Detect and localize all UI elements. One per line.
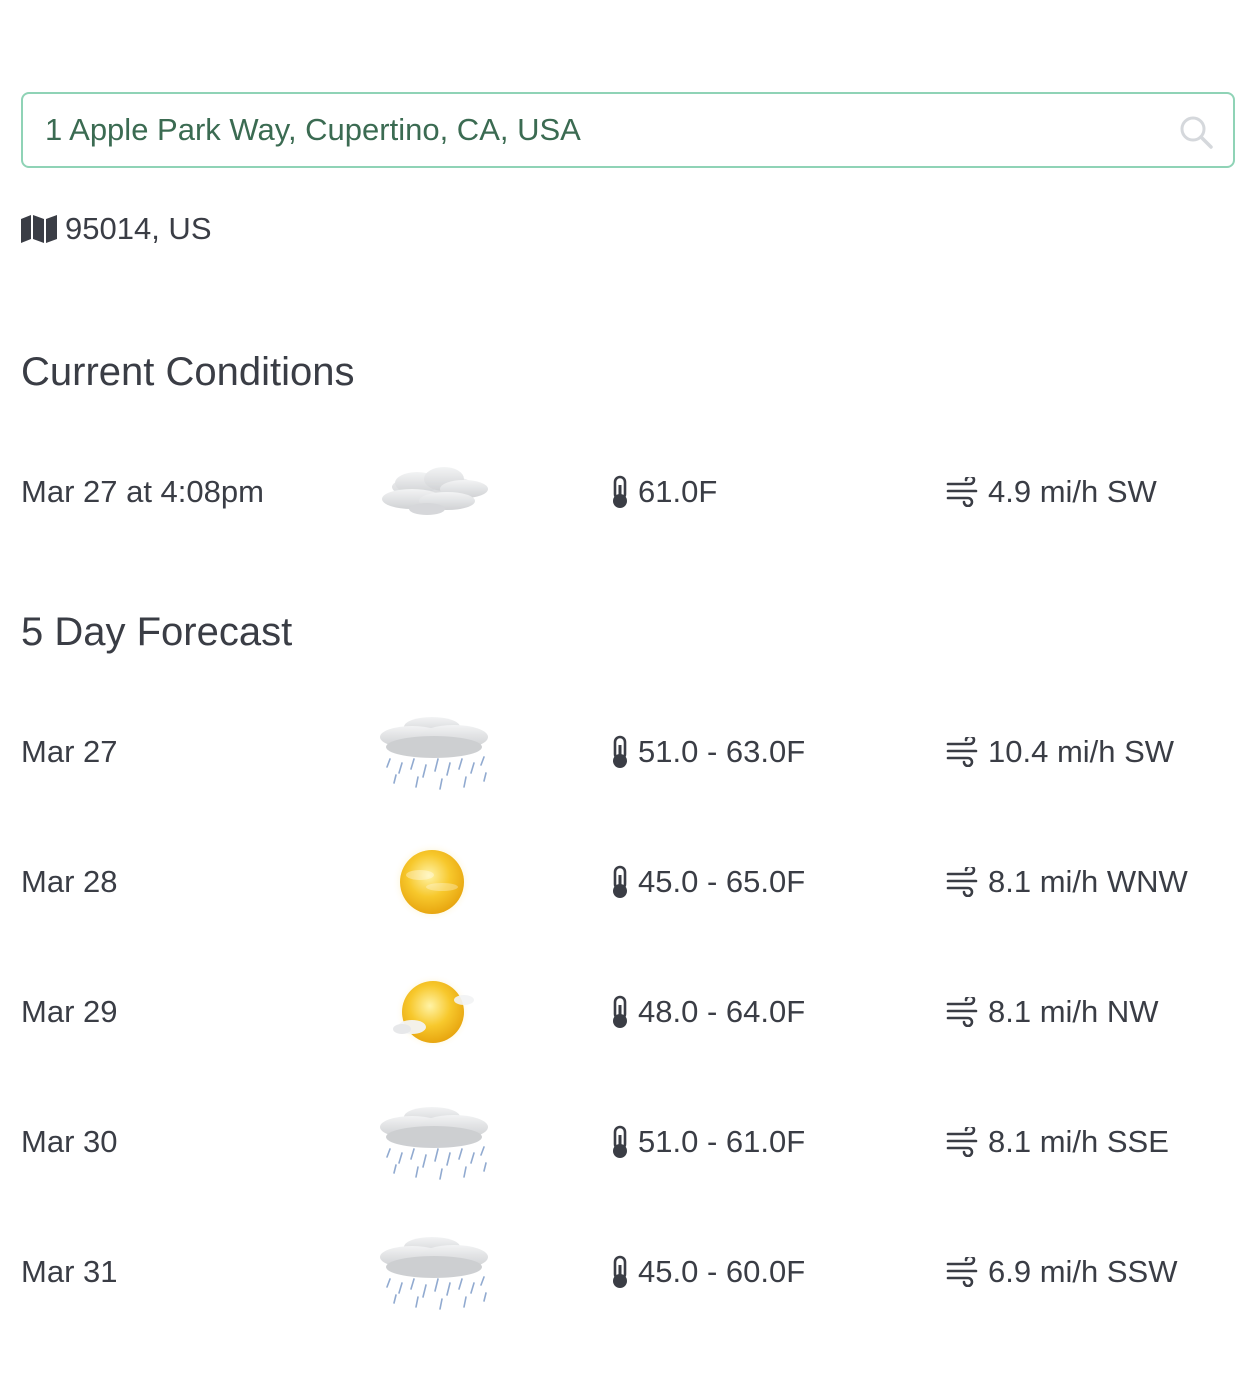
forecast-date: Mar 28 bbox=[21, 864, 118, 899]
forecast-date: Mar 30 bbox=[21, 1124, 118, 1159]
forecast-date: Mar 29 bbox=[21, 994, 118, 1029]
current-conditions-title: Current Conditions bbox=[21, 350, 355, 394]
forecast-temp: 51.0 - 63.0F bbox=[610, 707, 805, 797]
current-wind: 4.9 mi/h SW bbox=[946, 447, 1157, 537]
forecast-wind: 8.1 mi/h WNW bbox=[946, 837, 1188, 927]
sunny-icon bbox=[392, 842, 472, 922]
search-input[interactable] bbox=[45, 94, 1165, 166]
forecast-wind: 10.4 mi/h SW bbox=[946, 707, 1174, 797]
forecast-row: Mar 29 48.0 - 64.0F 8.1 mi/h NW bbox=[0, 967, 1258, 1057]
forecast-row: Mar 30 51.0 - 61.0F 8.1 mi/h SSE bbox=[0, 1097, 1258, 1187]
forecast-wind-value: 8.1 mi/h NW bbox=[988, 994, 1159, 1029]
location: 95014, US bbox=[21, 208, 212, 250]
forecast-temp: 45.0 - 60.0F bbox=[610, 1227, 805, 1317]
forecast-wind: 6.9 mi/h SSW bbox=[946, 1227, 1178, 1317]
forecast-row: Mar 31 45.0 - 60.0F 6.9 mi/h SSW bbox=[0, 1227, 1258, 1317]
wind-icon bbox=[946, 867, 978, 897]
map-icon bbox=[21, 215, 57, 243]
forecast-date: Mar 31 bbox=[21, 1254, 118, 1289]
forecast-wind-value: 6.9 mi/h SSW bbox=[988, 1254, 1178, 1289]
forecast-temp: 48.0 - 64.0F bbox=[610, 967, 805, 1057]
forecast-temp-value: 48.0 - 64.0F bbox=[638, 994, 806, 1029]
thermometer-icon bbox=[613, 1255, 627, 1288]
wind-icon bbox=[946, 1127, 978, 1157]
mostly-sunny-icon bbox=[393, 974, 474, 1050]
forecast-temp-value: 51.0 - 61.0F bbox=[638, 1124, 806, 1159]
current-conditions-row: Mar 27 at 4:08pm 61.0F 4.9 mi/h SW bbox=[0, 447, 1258, 537]
search-icon[interactable] bbox=[1179, 115, 1213, 149]
wind-icon bbox=[946, 1257, 978, 1287]
forecast-wind-value: 8.1 mi/h WNW bbox=[988, 864, 1188, 899]
forecast-temp-value: 51.0 - 63.0F bbox=[638, 734, 806, 769]
forecast-wind: 8.1 mi/h SSE bbox=[946, 1097, 1169, 1187]
forecast-temp-value: 45.0 - 60.0F bbox=[638, 1254, 806, 1289]
thermometer-icon bbox=[613, 735, 627, 768]
thermometer-icon bbox=[613, 1125, 627, 1158]
thermometer-icon bbox=[613, 475, 627, 508]
forecast-wind: 8.1 mi/h NW bbox=[946, 967, 1159, 1057]
forecast-date: Mar 27 bbox=[21, 734, 118, 769]
current-temp: 61.0F bbox=[610, 447, 717, 537]
forecast-wind-value: 8.1 mi/h SSE bbox=[988, 1124, 1169, 1159]
rain-icon bbox=[380, 1237, 488, 1310]
location-text: 95014, US bbox=[65, 211, 212, 246]
forecast-wind-value: 10.4 mi/h SW bbox=[988, 734, 1175, 769]
current-date: Mar 27 at 4:08pm bbox=[21, 474, 264, 509]
forecast-title: 5 Day Forecast bbox=[21, 610, 293, 654]
search-box[interactable] bbox=[21, 92, 1235, 168]
forecast-temp: 45.0 - 65.0F bbox=[610, 837, 805, 927]
forecast-temp: 51.0 - 61.0F bbox=[610, 1097, 805, 1187]
wind-icon bbox=[946, 997, 978, 1027]
rain-icon bbox=[380, 717, 488, 790]
rain-icon bbox=[380, 1107, 488, 1180]
cloudy-icon bbox=[382, 467, 488, 515]
forecast-row: Mar 28 45.0 - 65.0F 8.1 mi/h WNW bbox=[0, 837, 1258, 927]
forecast-temp-value: 45.0 - 65.0F bbox=[638, 864, 806, 899]
wind-icon bbox=[946, 477, 978, 507]
current-temp-value: 61.0F bbox=[638, 474, 718, 509]
thermometer-icon bbox=[613, 995, 627, 1028]
forecast-row: Mar 27 51.0 - 63.0F 10.4 mi/h SW bbox=[0, 707, 1258, 797]
wind-icon bbox=[946, 737, 978, 767]
thermometer-icon bbox=[613, 865, 627, 898]
current-wind-value: 4.9 mi/h SW bbox=[988, 474, 1157, 509]
